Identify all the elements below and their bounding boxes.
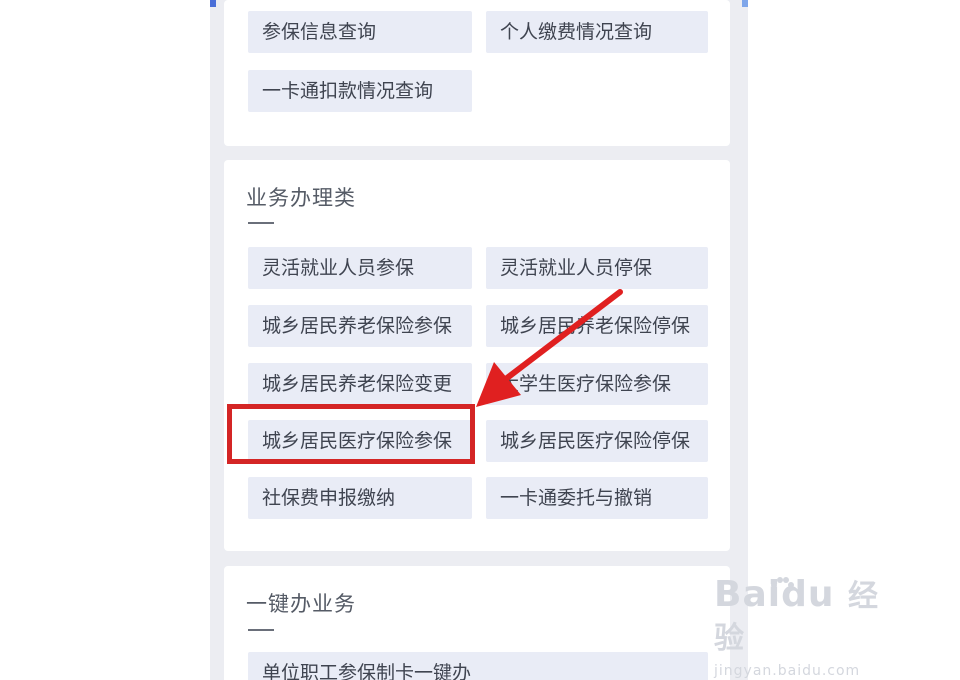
watermark-url: jingyan.baidu.com (714, 663, 861, 679)
arrow-shaft (504, 289, 623, 381)
watermark-logo: Baidu 经验 (714, 575, 904, 659)
baidu-jingyan-watermark: Baidu 经验 jingyan.baidu.com (714, 575, 904, 680)
paw-icon (771, 577, 794, 588)
